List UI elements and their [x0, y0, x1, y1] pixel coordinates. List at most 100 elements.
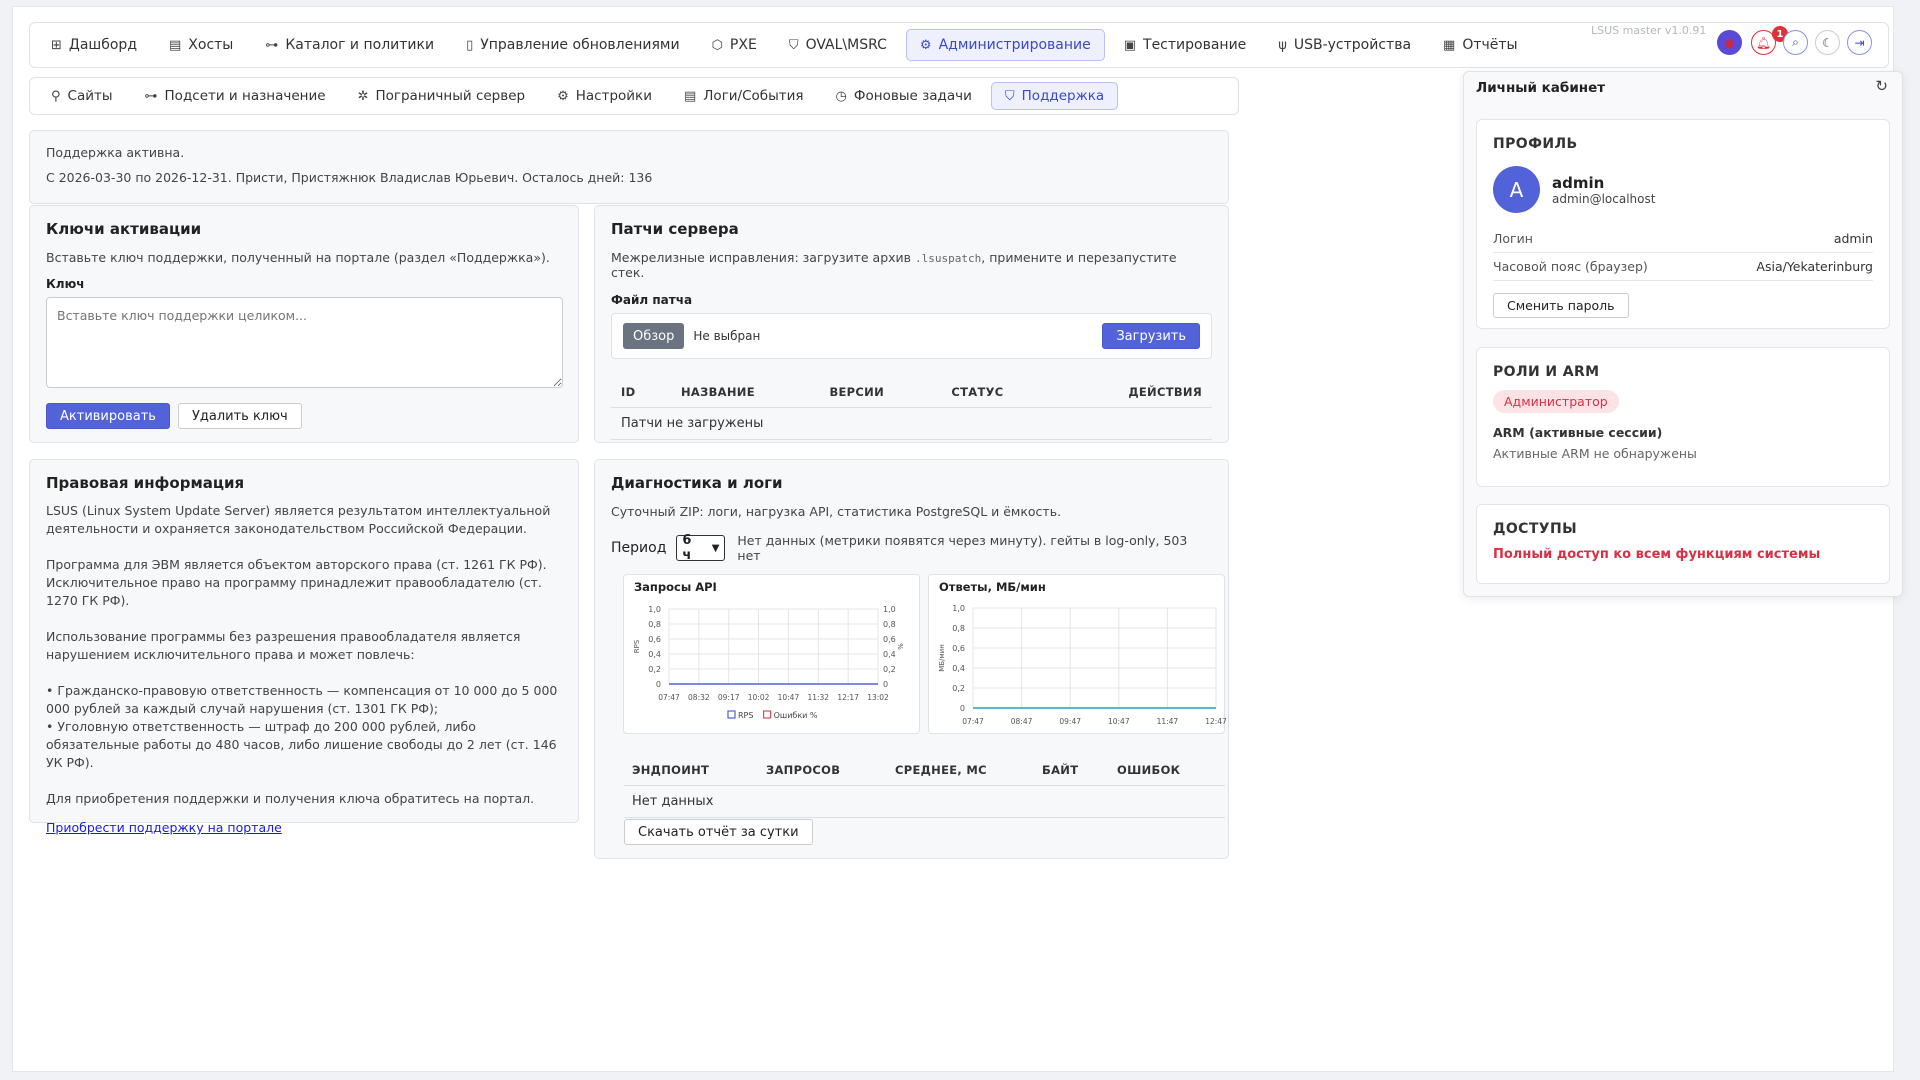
top-nav-item-4[interactable]: ⬡ PXE	[699, 29, 770, 61]
y-tick-label: 0,6	[648, 635, 661, 644]
legend-swatch-1	[763, 710, 772, 719]
y-tick-label: 0,8	[952, 624, 965, 633]
settings-icon: ⚙	[557, 88, 569, 104]
sub-nav-item-2[interactable]: ✲ Пограничный сервер	[345, 82, 539, 110]
top-nav-item-6[interactable]: ⚙ Администрирование	[905, 29, 1105, 61]
y-tick-label: 1,0	[952, 604, 965, 613]
sub-nav-item-0[interactable]: ⚲ Сайты	[38, 82, 126, 110]
profile-email: admin@localhost	[1552, 191, 1656, 206]
top-nav-item-9[interactable]: ▦ Отчёты	[1430, 29, 1531, 61]
subnets-icon: ⊶	[144, 88, 158, 104]
sub-nav-item-label: Сайты	[67, 88, 113, 104]
y-tick-label: 0,6	[952, 644, 965, 653]
x-tick-label: 12:17	[837, 693, 859, 702]
endpoints-table: ЭНДПОИНТ ЗАПРОСОВ СРЕДНЕЕ, МС БАЙТ ОШИБО…	[624, 755, 1225, 818]
sub-nav-item-label: Настройки	[575, 88, 652, 104]
key-label: Ключ	[46, 277, 85, 291]
top-nav-item-2[interactable]: ⊶ Каталог и политики	[252, 29, 447, 61]
x-tick-label: 11:32	[807, 693, 829, 702]
search-zoom-icon[interactable]: ⌕	[1783, 30, 1808, 55]
x-tick-label: 13:02	[867, 693, 889, 702]
sub-nav-item-label: Подсети и назначение	[164, 88, 326, 104]
y2-tick-label: 0,8	[883, 620, 896, 629]
patches-table: ID НАЗВАНИЕ ВЕРСИИ СТАТУС ДЕЙСТВИЯ Патчи…	[611, 377, 1212, 440]
diagnostics-status: Нет данных (метрики появятся через минут…	[737, 533, 1188, 563]
x-tick-label: 12:47	[1205, 717, 1226, 726]
admin-icon: ⚙	[919, 37, 932, 53]
y-axis-label: МБ/мин	[938, 644, 946, 672]
sub-nav-item-label: Поддержка	[1021, 88, 1105, 104]
catalog-icon: ⊶	[265, 37, 279, 53]
browse-button[interactable]: Обзор	[623, 323, 685, 349]
responses-svg: 1,0 0,8 0,6 0,4 0,2 0 07:47 08:47 09:47 10:47 11:4…	[938, 604, 1226, 726]
logout-icon[interactable]: ⇥	[1847, 30, 1872, 55]
buy-support-link[interactable]: Приобрести поддержку на портале	[46, 820, 562, 835]
top-nav-item-8[interactable]: ψ USB-устройства	[1265, 29, 1424, 61]
patches-table-header: ID НАЗВАНИЕ ВЕРСИИ СТАТУС ДЕЙСТВИЯ	[611, 377, 1212, 408]
y-tick-label: 0,4	[648, 650, 661, 659]
sub-nav-item-6[interactable]: ⛉ Поддержка	[990, 82, 1119, 110]
x-tick-label: 09:17	[718, 693, 740, 702]
sub-nav-item-1[interactable]: ⊶ Подсети и назначение	[132, 82, 339, 110]
sites-icon: ⚲	[51, 88, 61, 104]
legend-label-1: Ошибки %	[774, 711, 818, 720]
endpoints-empty-row: Нет данных	[624, 786, 1225, 818]
y2-tick-label: 0,6	[883, 635, 896, 644]
change-password-button[interactable]: Сменить пароль	[1493, 293, 1629, 318]
top-nav-item-label: Каталог и политики	[285, 37, 435, 53]
profile-section: ПРОФИЛЬ A admin admin@localhost Логин adm…	[1476, 119, 1890, 329]
sub-nav-item-label: Фоновые задачи	[853, 88, 972, 104]
period-label: Период	[611, 540, 667, 556]
x-tick-label: 08:47	[1011, 717, 1033, 726]
sub-nav-item-3[interactable]: ⚙ Настройки	[544, 82, 665, 110]
profile-panel-title: Личный кабинет	[1476, 80, 1606, 96]
top-nav-item-1[interactable]: ▤ Хосты	[156, 29, 246, 61]
upload-button[interactable]: Загрузить	[1102, 323, 1200, 349]
sub-nav-item-label: Пограничный сервер	[375, 88, 526, 104]
top-nav-item-3[interactable]: ▯ Управление обновлениями	[453, 29, 693, 61]
theme-color-icon[interactable]: ●	[1717, 30, 1742, 55]
roles-header: РОЛИ И ARM	[1493, 364, 1600, 380]
patch-file-picker: Обзор Не выбран Загрузить	[611, 313, 1212, 359]
x-tick-label: 11:47	[1157, 717, 1179, 726]
api-requests-chart: Запросы API 1,0 1,0 0,8 0,8 0,6 0,6 0,4 0,4 0,2 0…	[623, 574, 920, 734]
key-textarea[interactable]	[46, 297, 563, 388]
edge-server-icon: ✲	[357, 88, 369, 104]
role-badge: Администратор	[1493, 390, 1619, 413]
x-tick-label: 10:47	[1108, 717, 1130, 726]
activation-title: Ключи активации	[46, 220, 202, 238]
login-row: Логин admin	[1493, 225, 1873, 253]
delete-key-button[interactable]: Удалить ключ	[177, 403, 302, 429]
patches-empty-row: Патчи не загружены	[611, 408, 1212, 440]
y-tick-label: 1,0	[648, 605, 661, 614]
testing-icon: ▣	[1123, 37, 1137, 53]
support-status-card: Поддержка активна. С 2026-03-30 по 2026-…	[29, 130, 1229, 204]
top-nav-item-label: OVAL\MSRC	[805, 37, 887, 53]
period-select[interactable]: 6 ч ▼	[676, 533, 726, 563]
download-report-button[interactable]: Скачать отчёт за сутки	[624, 819, 813, 845]
server-patches-card: Патчи сервера Межрелизные исправления: з…	[594, 205, 1229, 443]
patch-file-label: Файл патча	[611, 293, 693, 307]
top-nav-item-5[interactable]: ⛉ OVAL\MSRC	[776, 29, 900, 61]
y-tick-label: 0,4	[952, 664, 965, 673]
sub-nav: ⚲ Сайты ⊶ Подсети и назначение ✲ Пограничный …	[29, 77, 1239, 115]
support-icon: ⛉	[1004, 88, 1015, 104]
top-nav-item-0[interactable]: ⊞ Дашборд	[38, 29, 150, 61]
diagnostics-title: Диагностика и логи	[611, 474, 783, 492]
top-nav-item-label: Хосты	[188, 37, 234, 53]
legal-info-card: Правовая информация LSUS (Linux System U…	[29, 459, 579, 835]
x-tick-label: 09:47	[1059, 717, 1081, 726]
activate-button[interactable]: Активировать	[46, 403, 170, 429]
legend-swatch-0	[727, 710, 736, 719]
access-value: Полный доступ ко всем функциям системы	[1493, 547, 1821, 562]
dark-mode-moon-icon[interactable]: ☾	[1815, 30, 1840, 55]
y-tick-label: 0,2	[952, 684, 965, 693]
top-nav-item-7[interactable]: ▣ Тестирование	[1111, 29, 1260, 61]
sub-nav-item-5[interactable]: ◷ Фоновые задачи	[823, 82, 985, 110]
y-tick-label: 0,2	[648, 665, 661, 674]
chevron-down-icon: ▼	[711, 542, 720, 554]
support-period-line: С 2026-03-30 по 2026-12-31. Присти, Прис…	[46, 170, 653, 185]
x-tick-label: 08:32	[688, 693, 710, 702]
refresh-icon[interactable]: ↻	[1875, 77, 1888, 95]
sub-nav-item-4[interactable]: ▤ Логи/События	[671, 82, 817, 110]
